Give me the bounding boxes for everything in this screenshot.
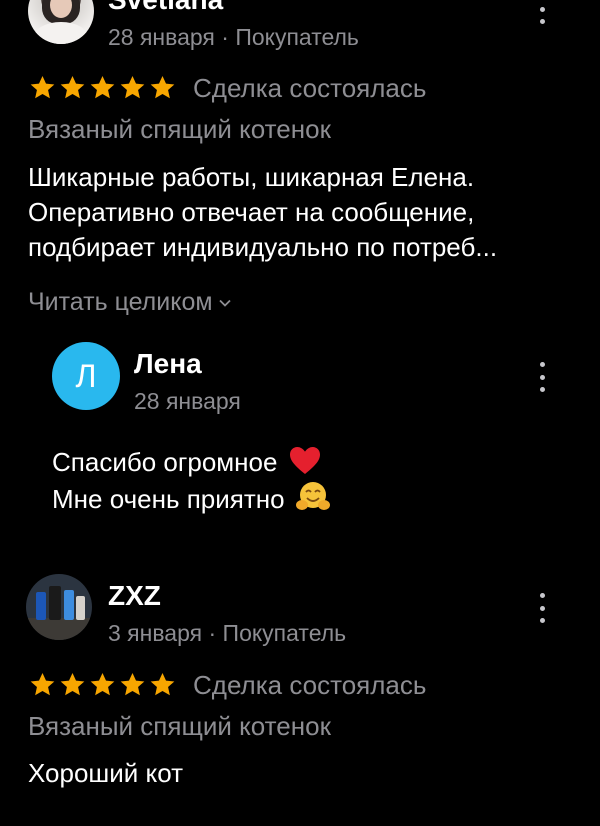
reply-text-line: Мне очень приятно <box>52 484 285 514</box>
meta-separator: · <box>208 620 217 646</box>
reply-date: 28 января <box>134 388 241 414</box>
star-icon <box>58 73 87 102</box>
review-text-line: Оперативно отвечает на сообщение, <box>28 197 475 227</box>
more-vertical-icon[interactable] <box>537 362 547 392</box>
review-text: Шикарные работы, шикарная Елена. Операти… <box>28 160 497 265</box>
star-icon <box>148 670 177 699</box>
review-text-line: подбирает индивидуально по потреб... <box>28 232 498 262</box>
star-icon <box>58 670 87 699</box>
review-date: 3 января <box>108 620 203 646</box>
review-date: 28 января <box>108 24 215 50</box>
reviewer-role: Покупатель <box>222 620 347 646</box>
reply-text: Спасибо огромное Мне очень приятно <box>52 444 330 518</box>
meta-separator: · <box>221 24 229 50</box>
review-text-line: Хороший кот <box>28 758 184 788</box>
reply-author-name[interactable]: Лена <box>134 348 202 380</box>
hugging-face-emoji <box>295 482 330 510</box>
product-name[interactable]: Вязаный спящий котенок <box>28 114 331 145</box>
review-text-line: Шикарные работы, шикарная Елена. <box>28 162 475 192</box>
star-icon <box>118 670 147 699</box>
rating-stars <box>28 73 177 102</box>
heart-emoji <box>289 447 320 474</box>
review-meta: 3 января · Покупатель <box>108 620 346 647</box>
chevron-down-icon <box>218 299 231 307</box>
read-more-link[interactable]: Читать целиком <box>28 288 231 317</box>
deal-status: Сделка состоялась <box>193 670 427 700</box>
review-text: Хороший кот <box>28 756 183 791</box>
review-meta: 28 января · Покупатель <box>108 24 359 51</box>
reviewer-name[interactable]: ZXZ <box>108 580 161 612</box>
star-icon <box>28 670 57 699</box>
avatar[interactable] <box>28 0 94 44</box>
rating-stars <box>28 670 177 699</box>
reply-text-line: Спасибо огромное <box>52 447 278 477</box>
more-vertical-icon[interactable] <box>537 593 547 623</box>
product-name[interactable]: Вязаный спящий котенок <box>28 711 331 742</box>
reviewer-role: Покупатель <box>235 24 359 50</box>
deal-status: Сделка состоялась <box>193 73 427 103</box>
star-icon <box>118 73 147 102</box>
avatar[interactable] <box>26 574 92 640</box>
star-icon <box>28 73 57 102</box>
more-vertical-icon[interactable] <box>537 0 547 24</box>
star-icon <box>88 73 117 102</box>
read-more-label: Читать целиком <box>28 288 213 316</box>
avatar[interactable]: Л <box>52 342 120 410</box>
star-icon <box>148 73 177 102</box>
star-icon <box>88 670 117 699</box>
reviewer-name[interactable]: Svetlana <box>108 0 223 16</box>
